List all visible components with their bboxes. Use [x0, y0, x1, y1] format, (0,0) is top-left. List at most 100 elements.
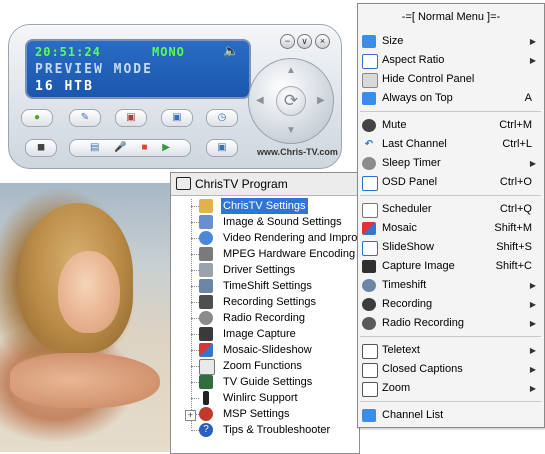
menu-item-sleep-timer[interactable]: Sleep Timer ▶	[358, 154, 544, 173]
tree-connector	[191, 199, 192, 428]
menu-item-radio-recording[interactable]: Radio Recording ▶	[358, 314, 544, 333]
audio-mode-display: MONO	[152, 45, 185, 59]
tree-connector	[191, 238, 199, 239]
camera-icon: ◼	[36, 142, 46, 153]
tree-item-label: Driver Settings	[223, 264, 296, 276]
menu-header: -=[ Normal Menu ]=-	[401, 11, 501, 23]
menu-item-hide-control-panel[interactable]: Hide Control Panel	[358, 70, 544, 89]
menu-item-closed-captions[interactable]: Closed Captions ▶	[358, 360, 544, 379]
menu-item-mute[interactable]: Mute Ctrl+M	[358, 116, 544, 135]
menu-item-channel-list[interactable]: Channel List	[358, 406, 544, 425]
submenu-arrow-icon: ▶	[529, 37, 536, 46]
menu-item-zoom[interactable]: Zoom ▶	[358, 379, 544, 398]
channel-scan-button[interactable]: ●	[21, 109, 53, 127]
mpeg-icon	[199, 247, 213, 261]
menu-item-label: Aspect Ratio	[382, 54, 445, 66]
menu-item-capture-image[interactable]: Capture Image Shift+C	[358, 257, 544, 276]
recording-icon	[199, 295, 213, 309]
menu-item-recording[interactable]: Recording ▶	[358, 295, 544, 314]
microphone-icon[interactable]: 🎤	[114, 142, 126, 153]
timer-button[interactable]: ◷	[206, 109, 238, 127]
tv-guide-icon	[199, 375, 213, 389]
minimize-button[interactable]: −	[280, 34, 295, 49]
timeshift-icon	[362, 279, 376, 292]
options-button[interactable]: ∨	[297, 34, 312, 49]
tree-item-label: Image Capture	[223, 328, 296, 340]
radio-icon	[199, 311, 213, 325]
monitor-icon	[362, 35, 376, 48]
menu-item-label: Sleep Timer	[382, 157, 441, 169]
menu-item-label: Capture Image	[382, 260, 455, 272]
menu-item-last-channel[interactable]: ↶ Last Channel Ctrl+L	[358, 135, 544, 154]
radio-icon	[362, 317, 376, 330]
menu-item-shortcut: Shift+S	[496, 241, 532, 253]
menu-item-label: OSD Panel	[382, 176, 438, 188]
menu-item-osd-panel[interactable]: OSD Panel Ctrl+O	[358, 173, 544, 192]
camera-icon	[362, 260, 376, 273]
tree-item-label: MSP Settings	[223, 408, 290, 420]
mosaic-icon	[199, 343, 213, 357]
tree-connector	[191, 318, 199, 319]
menu-item-timeshift[interactable]: Timeshift ▶	[358, 276, 544, 295]
arrow-down-icon[interactable]: ▼	[286, 125, 296, 136]
close-button[interactable]: ×	[315, 34, 330, 49]
menu-item-scheduler[interactable]: Scheduler Ctrl+Q	[358, 200, 544, 219]
navigation-dial[interactable]: ▲ ▼ ◀ ▶ ⟳	[248, 58, 334, 144]
help-icon: ?	[199, 423, 213, 437]
zoom-icon	[362, 382, 378, 397]
menu-item-label: Mute	[382, 119, 407, 131]
filmstrip-icon[interactable]: ▤	[90, 142, 99, 153]
menu-item-label: Scheduler	[382, 203, 432, 215]
menu-item-shortcut: Ctrl+Q	[499, 203, 532, 215]
arrow-left-icon[interactable]: ◀	[256, 95, 264, 106]
menu-item-label: Teletext	[382, 344, 420, 356]
arrow-right-icon[interactable]: ▶	[317, 95, 325, 106]
tree-connector	[191, 334, 199, 335]
menu-item-teletext[interactable]: Teletext ▶	[358, 341, 544, 360]
speaker-icon[interactable]: 🔈	[223, 44, 240, 59]
menu-item-mosaic[interactable]: Mosaic Shift+M	[358, 219, 544, 238]
screen-icon: ▣	[172, 112, 182, 123]
capture-button[interactable]: ◼	[25, 139, 57, 157]
submenu-arrow-icon: ▶	[529, 365, 536, 374]
photo-arm	[10, 353, 160, 408]
tree-item-label: Video Rendering and Impro	[223, 232, 358, 244]
tree-connector	[191, 382, 199, 383]
record-stop-icon[interactable]: ■	[141, 142, 147, 153]
tree-item-label: Zoom Functions	[223, 360, 302, 372]
menu-item-label: Timeshift	[382, 279, 427, 291]
arrow-up-icon[interactable]: ▲	[286, 65, 296, 76]
menu-item-shortcut: Ctrl+M	[499, 119, 532, 131]
pip-button[interactable]: ▣	[115, 109, 147, 127]
menu-separator	[360, 336, 541, 337]
tv-icon	[176, 177, 191, 190]
menu-item-always-on-top[interactable]: Always on Top A	[358, 89, 544, 108]
menu-item-size[interactable]: Size ▶	[358, 32, 544, 51]
edit-button[interactable]: ✎	[69, 109, 101, 127]
control-panel: 20:51:24 MONO 🔈 PREVIEW MODE 16 HTB − ∨ …	[8, 24, 342, 169]
menu-item-label: Recording	[382, 298, 433, 310]
refresh-icon[interactable]: ⟳	[276, 86, 306, 116]
playback-bar: ▤ 🎤 ■ ▶	[69, 139, 191, 157]
menu-item-label: Channel List	[382, 409, 444, 421]
timeshift-icon	[199, 279, 213, 293]
video-rendering-icon	[199, 231, 213, 245]
menu-item-label: Zoom	[382, 382, 411, 394]
settings-button[interactable]: ▣	[206, 139, 238, 157]
tree-item-label: MPEG Hardware Encoding	[223, 248, 356, 260]
menu-item-label: Mosaic	[382, 222, 417, 234]
screen-button[interactable]: ▣	[161, 109, 193, 127]
channel-display: 16 HTB	[35, 79, 94, 94]
menu-separator	[360, 195, 541, 196]
expand-icon[interactable]: +	[185, 410, 196, 421]
play-icon[interactable]: ▶	[162, 142, 170, 153]
submenu-arrow-icon: ▶	[529, 56, 536, 65]
tree-connector	[191, 366, 199, 367]
hide-panel-icon	[362, 73, 378, 88]
menu-item-slideshow[interactable]: SlideShow Shift+S	[358, 238, 544, 257]
tree-connector	[191, 222, 199, 223]
menu-item-aspect-ratio[interactable]: Aspect Ratio ▶	[358, 51, 544, 70]
tree-item-label: Recording Settings	[223, 296, 316, 308]
time-display: 20:51:24	[35, 45, 101, 59]
menu-item-shortcut: Shift+C	[495, 260, 532, 272]
